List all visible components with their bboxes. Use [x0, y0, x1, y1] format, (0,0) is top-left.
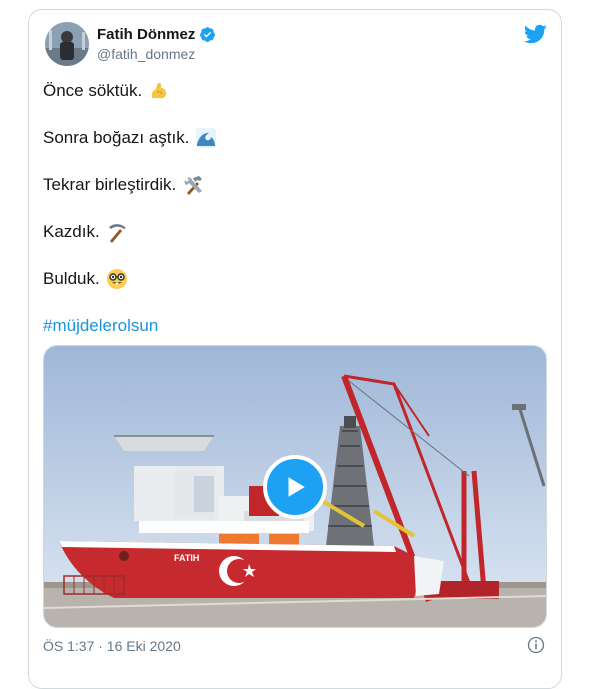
avatar-image: [45, 22, 89, 66]
tweet-line: Önce söktük.: [43, 80, 543, 102]
twitter-bird-icon[interactable]: [523, 22, 547, 46]
tweet-line-text: Tekrar birleştirdik.: [43, 175, 177, 194]
tweet-line: Tekrar birleştirdik.: [43, 174, 543, 196]
hammer-and-wrench-icon: [184, 176, 203, 195]
hashtag-link[interactable]: #müjdelerolsun: [43, 315, 158, 337]
tweet-line: #müjdelerolsun: [43, 315, 543, 337]
video-player[interactable]: FATIH: [43, 345, 547, 628]
tweet-text: Önce söktük. Sonra boğazı aştık. Tekrar …: [43, 80, 543, 362]
water-wave-icon: [196, 128, 217, 148]
tweet-line-text: Kazdık.: [43, 222, 100, 241]
verified-badge-icon: [200, 27, 216, 42]
tweet-card[interactable]: Fatih Dönmez @fatih_donmez Önce söktük. …: [28, 9, 562, 689]
avatar[interactable]: [45, 22, 89, 66]
tweet-line: Kazdık.: [43, 221, 543, 243]
tweet-line-text: Önce söktük.: [43, 81, 143, 100]
ship-name-label: FATIH: [174, 553, 199, 563]
flexed-biceps-icon: [151, 82, 167, 99]
tweet-line: Bulduk.: [43, 268, 543, 290]
pick-icon: [108, 224, 126, 243]
info-icon[interactable]: [527, 636, 545, 654]
author-handle[interactable]: @fatih_donmez: [97, 46, 195, 62]
author-name[interactable]: Fatih Dönmez: [97, 26, 195, 43]
tweet-line-text: Bulduk.: [43, 269, 100, 288]
play-button[interactable]: [263, 455, 327, 519]
nerd-face-icon: [106, 269, 127, 289]
play-icon: [288, 477, 305, 497]
tweet-timestamp[interactable]: ÖS 1:37 · 16 Eki 2020: [43, 638, 181, 654]
tweet-line-text: Sonra boğazı aştık.: [43, 128, 190, 147]
tweet-line: Sonra boğazı aştık.: [43, 127, 543, 149]
